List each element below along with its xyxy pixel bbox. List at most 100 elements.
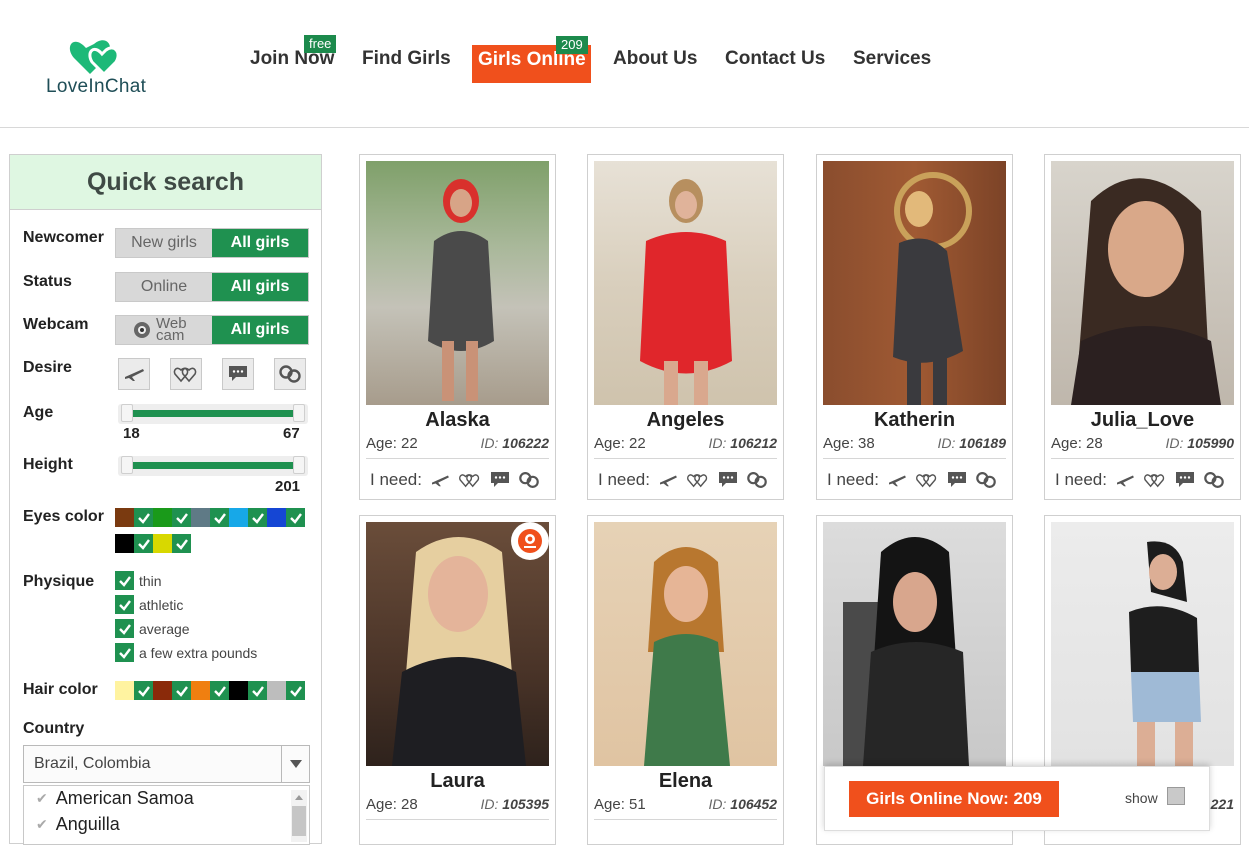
webcam-option[interactable]: Web cam	[116, 316, 212, 344]
hair-color-black-swatch[interactable]	[229, 681, 248, 700]
show-toggle-label[interactable]: show	[1125, 790, 1158, 806]
age-max-handle[interactable]	[293, 404, 305, 422]
needs-label: I need:	[827, 470, 879, 489]
profile-name[interactable]: Alaska	[360, 409, 555, 432]
logo-text[interactable]: LoveInChat	[46, 76, 146, 98]
desire-travel-button[interactable]	[118, 358, 150, 390]
profile-photo-figure	[640, 179, 732, 405]
age-prefix: Age:	[366, 435, 397, 452]
physique-extra-pounds-option[interactable]: a few extra pounds	[115, 643, 257, 662]
country-list-scrollbar[interactable]	[291, 790, 307, 842]
country-dropdown-toggle[interactable]	[281, 746, 309, 782]
all-girls-option[interactable]: All girls	[212, 229, 308, 257]
eye-color-light-blue-checkbox[interactable]	[248, 508, 267, 527]
profile-name[interactable]: Julia_Love	[1045, 409, 1240, 432]
nav-contact-us[interactable]: Contact Us	[725, 48, 825, 70]
profile-card[interactable]: Alaska Age: 22 ID: 106222 I need:	[359, 154, 556, 500]
eye-color-gray-swatch[interactable]	[191, 508, 210, 527]
profile-photo[interactable]	[366, 522, 549, 766]
nav-services[interactable]: Services	[853, 48, 931, 70]
physique-extra-pounds-label: a few extra pounds	[139, 644, 258, 661]
hair-color-gray-checkbox[interactable]	[286, 681, 305, 700]
country-option[interactable]: ✔ Anguilla	[36, 814, 120, 835]
age-range-slider[interactable]	[118, 404, 308, 424]
plane-icon	[125, 369, 144, 381]
hair-color-brown-checkbox[interactable]	[172, 681, 191, 700]
profile-photo[interactable]	[594, 522, 777, 766]
profile-card[interactable]: Angeles Age: 22 ID: 106212 I need:	[587, 154, 784, 500]
eye-color-blue-checkbox[interactable]	[286, 508, 305, 527]
physique-average-option[interactable]: average	[115, 619, 190, 638]
eye-color-blue-swatch[interactable]	[267, 508, 286, 527]
eye-color-gray-checkbox[interactable]	[210, 508, 229, 527]
eye-color-light-blue-swatch[interactable]	[229, 508, 248, 527]
physique-average-checkbox[interactable]	[115, 619, 134, 638]
height-range-slider[interactable]	[118, 456, 308, 476]
eye-color-black-swatch[interactable]	[115, 534, 134, 553]
girls-online-now-button[interactable]: Girls Online Now: 209	[849, 781, 1059, 817]
nav-about-us[interactable]: About Us	[613, 48, 697, 70]
profile-card[interactable]: Laura Age: 28 ID: 105395	[359, 515, 556, 845]
window-icon[interactable]	[1167, 787, 1185, 805]
eye-color-green-swatch[interactable]	[153, 508, 172, 527]
physique-extra-pounds-checkbox[interactable]	[115, 643, 134, 662]
profile-age: Age: 38	[823, 435, 875, 452]
height-max-handle[interactable]	[293, 456, 305, 474]
eye-color-black-checkbox[interactable]	[134, 534, 153, 553]
nav-find-girls[interactable]: Find Girls	[362, 48, 451, 70]
eye-color-yellow-swatch[interactable]	[153, 534, 172, 553]
check-icon	[137, 538, 150, 550]
online-option[interactable]: Online	[116, 273, 212, 301]
nav-girls-online[interactable]: Girls Online 209	[472, 36, 591, 83]
eye-color-green-checkbox[interactable]	[172, 508, 191, 527]
profile-card[interactable]: Julia_Love Age: 28 ID: 105990 I need:	[1044, 154, 1241, 500]
age-min-handle[interactable]	[121, 404, 133, 422]
all-girls-option[interactable]: All girls	[212, 316, 308, 344]
scroll-up-icon[interactable]	[291, 792, 307, 802]
profile-photo[interactable]	[1051, 522, 1234, 766]
newcomer-toggle: New girls All girls	[115, 228, 309, 258]
physique-thin-option[interactable]: thin	[115, 571, 162, 590]
eye-color-brown-swatch[interactable]	[115, 508, 134, 527]
profile-card[interactable]: Elena Age: 51 ID: 106452	[587, 515, 784, 845]
country-select[interactable]: Brazil, Colombia	[23, 745, 310, 783]
physique-thin-checkbox[interactable]	[115, 571, 134, 590]
profile-photo[interactable]	[366, 161, 549, 405]
scroll-thumb[interactable]	[292, 806, 306, 836]
profile-card[interactable]: Katherin Age: 38 ID: 106189 I need:	[816, 154, 1013, 500]
plane-icon	[430, 472, 450, 488]
profile-name[interactable]: Elena	[588, 770, 783, 793]
check-icon	[289, 512, 302, 524]
age-prefix: Age:	[1051, 435, 1082, 452]
hair-color-red-swatch[interactable]	[191, 681, 210, 700]
profile-photo[interactable]	[594, 161, 777, 405]
hair-color-gray-swatch[interactable]	[267, 681, 286, 700]
hair-color-blonde-checkbox[interactable]	[134, 681, 153, 700]
desire-chat-button[interactable]	[222, 358, 254, 390]
all-girls-option[interactable]: All girls	[212, 273, 308, 301]
physique-athletic-checkbox[interactable]	[115, 595, 134, 614]
eye-color-yellow-checkbox[interactable]	[172, 534, 191, 553]
profile-age: Age: 28	[1051, 435, 1103, 452]
hair-color-red-checkbox[interactable]	[210, 681, 229, 700]
profile-photo[interactable]	[823, 161, 1006, 405]
new-girls-option[interactable]: New girls	[116, 229, 212, 257]
newcomer-label: Newcomer	[23, 229, 104, 246]
nav-join-now[interactable]: Join Now free	[250, 35, 337, 70]
physique-athletic-option[interactable]: athletic	[115, 595, 183, 614]
desire-romance-button[interactable]	[170, 358, 202, 390]
eye-color-brown-checkbox[interactable]	[134, 508, 153, 527]
profile-name[interactable]: Angeles	[588, 409, 783, 432]
age-value: 28	[1086, 435, 1103, 452]
profile-photo[interactable]	[823, 522, 1006, 766]
profile-photo[interactable]	[1051, 161, 1234, 405]
profile-id: ID: 106452	[709, 796, 778, 812]
hair-color-blonde-swatch[interactable]	[115, 681, 134, 700]
height-min-handle[interactable]	[121, 456, 133, 474]
country-option[interactable]: ✔ American Samoa	[36, 788, 194, 809]
profile-name[interactable]: Katherin	[817, 409, 1012, 432]
hair-color-black-checkbox[interactable]	[248, 681, 267, 700]
desire-correspondence-button[interactable]	[274, 358, 306, 390]
profile-name[interactable]: Laura	[360, 770, 555, 793]
hair-color-brown-swatch[interactable]	[153, 681, 172, 700]
